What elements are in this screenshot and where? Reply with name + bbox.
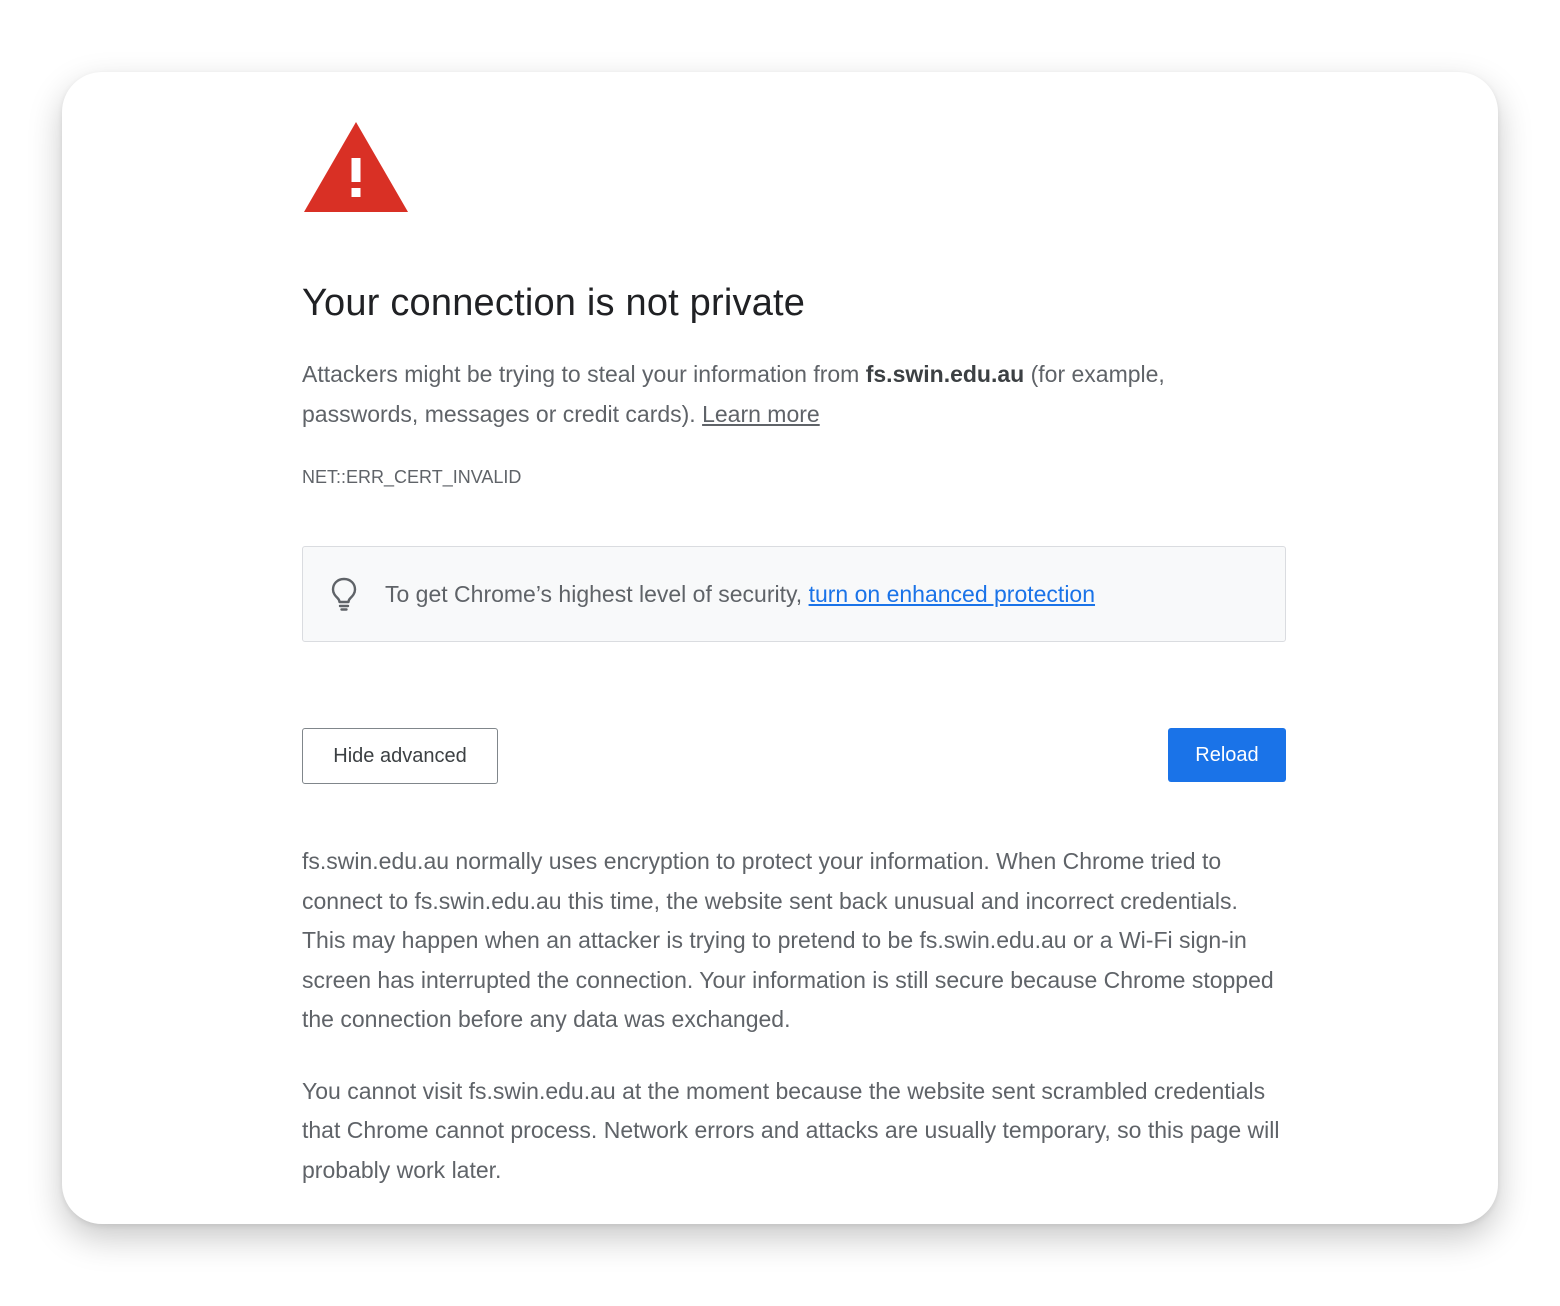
intro-text-before: Attackers might be trying to steal your … (302, 361, 866, 387)
interstitial-card: Your connection is not private Attackers… (62, 72, 1498, 1224)
lightbulb-icon (331, 577, 357, 611)
details-paragraph-1: fs.swin.edu.au normally uses encryption … (302, 848, 1274, 1032)
enhanced-protection-text: To get Chrome’s highest level of securit… (385, 581, 1095, 608)
details-paragraph-2: You cannot visit fs.swin.edu.au at the m… (302, 1077, 1280, 1183)
intro-paragraph: Attackers might be trying to steal your … (302, 354, 1286, 434)
reload-button[interactable]: Reload (1168, 728, 1286, 782)
error-code: NET::ERR_CERT_INVALID (302, 467, 522, 487)
enhanced-protection-prefix: To get Chrome’s highest level of securit… (385, 580, 809, 607)
hide-advanced-button[interactable]: Hide advanced (302, 728, 498, 784)
intro-domain: fs.swin.edu.au (865, 361, 1025, 387)
warning-triangle-icon (304, 122, 408, 212)
page-title: Your connection is not private (302, 282, 806, 324)
learn-more-link[interactable]: Learn more (702, 401, 820, 427)
enhanced-protection-link[interactable]: turn on enhanced protection (809, 581, 1095, 607)
button-row: Hide advanced Reload (302, 728, 1286, 784)
enhanced-protection-box: To get Chrome’s highest level of securit… (302, 546, 1286, 642)
interstitial-content: Your connection is not private Attackers… (302, 120, 1286, 1190)
